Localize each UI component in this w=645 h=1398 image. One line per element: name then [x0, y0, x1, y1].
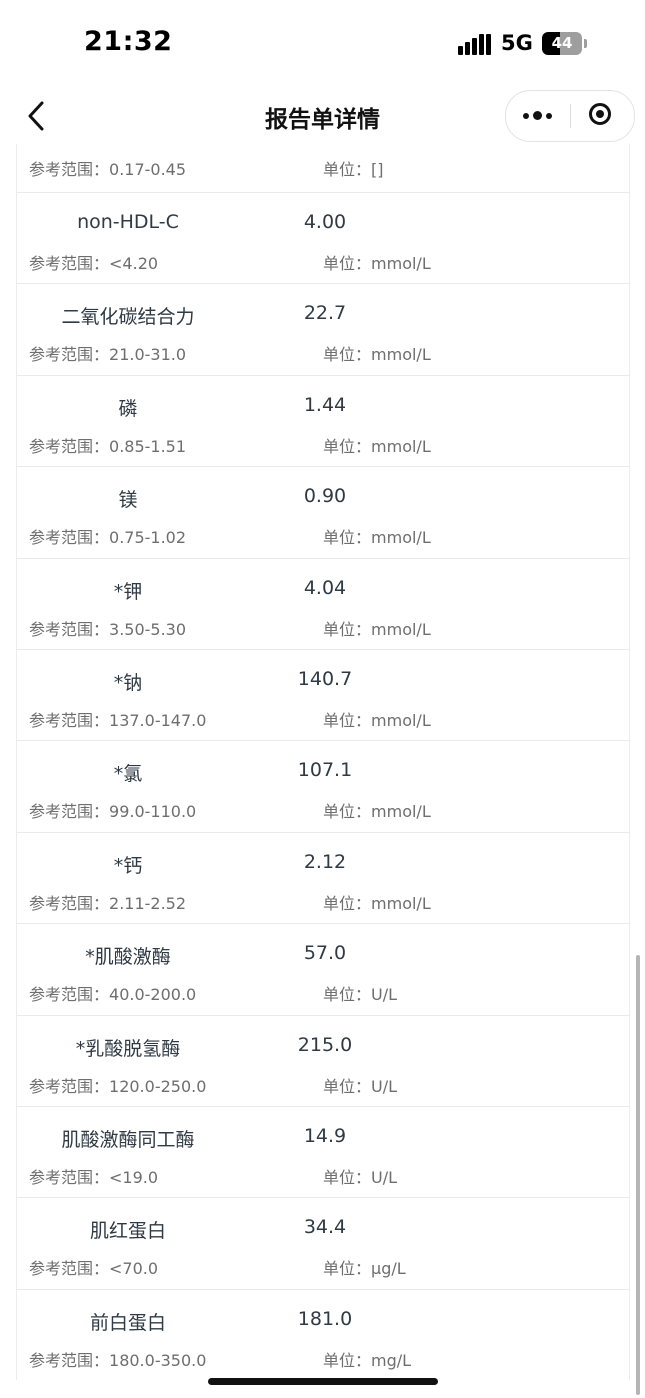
navigation-bar: 报告单详情 [0, 88, 645, 144]
unit: 单位：U/L [323, 985, 398, 1005]
item-name: *钾 [113, 580, 143, 603]
unit: 单位：[] [323, 160, 384, 179]
item-name: 肌红蛋白 [89, 1220, 166, 1243]
more-button[interactable] [506, 91, 570, 141]
item-value: 0.90 [303, 485, 347, 508]
close-mini-program-button[interactable] [571, 91, 634, 141]
report-item-list[interactable]: 参考范围：0.17-0.45 单位：[] non-HDL-C 4.00 参考范围：<… [16, 144, 630, 1380]
reference-range: 参考范围：180.0-350.0 [29, 1350, 207, 1370]
item-name: 磷 [118, 397, 138, 420]
item-value: 4.00 [303, 211, 347, 233]
item-name: non-HDL-C [77, 211, 179, 233]
list-item: 磷 1.44 参考范围：0.85-1.51 单位：mmol/L [17, 376, 629, 468]
item-value: 215.0 [297, 1033, 353, 1056]
list-item: *钠 140.7 参考范围：137.0-147.0 单位：mmol/L [17, 650, 629, 742]
list-item: *乳酸脱氢酶 215.0 参考范围：120.0-250.0 单位：U/L [17, 1016, 629, 1107]
item-value: 107.1 [297, 759, 353, 782]
reference-range: 参考范围：120.0-250.0 [29, 1076, 207, 1096]
item-value: 1.44 [303, 393, 347, 416]
unit: 单位：μg/L [323, 1259, 406, 1279]
reference-range: 参考范围：99.0-110.0 [29, 802, 197, 822]
list-item: 前白蛋白 181.0 参考范围：180.0-350.0 单位：mg/L [17, 1290, 629, 1380]
reference-range: 参考范围：137.0-147.0 [29, 710, 207, 730]
unit: 单位：mg/L [323, 1350, 412, 1370]
list-item: 肌酸激酶同工酶 14.9 参考范围：<19.0 单位：U/L [17, 1107, 629, 1199]
cellular-signal-icon [458, 33, 492, 55]
list-item: 二氧化碳结合力 22.7 参考范围：21.0-31.0 单位：mmol/L [17, 284, 629, 376]
item-name: *氯 [113, 763, 143, 786]
item-name: 前白蛋白 [89, 1311, 166, 1334]
item-name: *肌酸激酶 [85, 946, 171, 969]
item-name: *钙 [113, 854, 143, 877]
list-item: non-HDL-C 4.00 参考范围：<4.20 单位：mmol/L [17, 193, 629, 285]
battery-level: 44 [551, 34, 573, 52]
reference-range: 参考范围：40.0-200.0 [29, 985, 197, 1005]
network-type: 5G [501, 31, 533, 55]
reference-range: 参考范围：0.75-1.02 [29, 528, 187, 548]
reference-range: 参考范围：<19.0 [29, 1167, 159, 1187]
list-item: *钙 2.12 参考范围：2.11-2.52 单位：mmol/L [17, 833, 629, 925]
item-name: 镁 [118, 489, 138, 512]
unit: 单位：mmol/L [323, 345, 431, 365]
reference-range: 参考范围：<70.0 [29, 1259, 159, 1279]
unit: 单位：mmol/L [323, 436, 431, 456]
unit: 单位：mmol/L [323, 710, 431, 730]
unit: 单位：mmol/L [323, 802, 431, 822]
list-item: 镁 0.90 参考范围：0.75-1.02 单位：mmol/L [17, 467, 629, 559]
list-item: *肌酸激酶 57.0 参考范围：40.0-200.0 单位：U/L [17, 924, 629, 1016]
unit: 单位：mmol/L [323, 619, 431, 639]
status-time: 21:32 [84, 26, 173, 57]
reference-range: 参考范围：0.17-0.45 [29, 160, 187, 179]
mini-program-capsule [505, 90, 635, 142]
item-value: 14.9 [303, 1124, 347, 1147]
list-item: *钾 4.04 参考范围：3.50-5.30 单位：mmol/L [17, 559, 629, 650]
reference-range: 参考范围：3.50-5.30 [29, 619, 187, 639]
unit: 单位：U/L [323, 1167, 398, 1187]
reference-range: 参考范围：2.11-2.52 [29, 893, 187, 913]
item-value: 22.7 [303, 302, 347, 325]
item-value: 2.12 [303, 850, 347, 873]
reference-range: 参考范围：<4.20 [29, 254, 159, 273]
item-value: 34.4 [303, 1216, 347, 1239]
item-value: 57.0 [303, 942, 347, 965]
unit: 单位：mmol/L [323, 528, 431, 548]
reference-range: 参考范围：21.0-31.0 [29, 345, 187, 365]
item-name: *钠 [113, 671, 143, 694]
battery-cap [584, 39, 587, 48]
list-item: *氯 107.1 参考范围：99.0-110.0 单位：mmol/L [17, 741, 629, 833]
item-name: *乳酸脱氢酶 [75, 1037, 181, 1060]
unit: 单位：mmol/L [323, 254, 431, 273]
item-name: 二氧化碳结合力 [61, 306, 195, 329]
item-name: 肌酸激酶同工酶 [61, 1128, 195, 1151]
item-value: 140.7 [297, 667, 353, 690]
unit: 单位：mmol/L [323, 893, 431, 913]
list-item-partial: 参考范围：0.17-0.45 单位：[] [17, 144, 629, 193]
battery-icon: 44 [542, 32, 582, 55]
home-indicator[interactable] [208, 1378, 438, 1385]
item-value: 181.0 [297, 1307, 353, 1330]
reference-range: 参考范围：0.85-1.51 [29, 436, 187, 456]
list-item: 肌红蛋白 34.4 参考范围：<70.0 单位：μg/L [17, 1198, 629, 1290]
item-value: 4.04 [303, 576, 347, 599]
status-bar: 21:32 5G 44 [0, 0, 645, 88]
unit: 单位：U/L [323, 1076, 398, 1096]
scrollbar[interactable] [636, 955, 640, 1395]
